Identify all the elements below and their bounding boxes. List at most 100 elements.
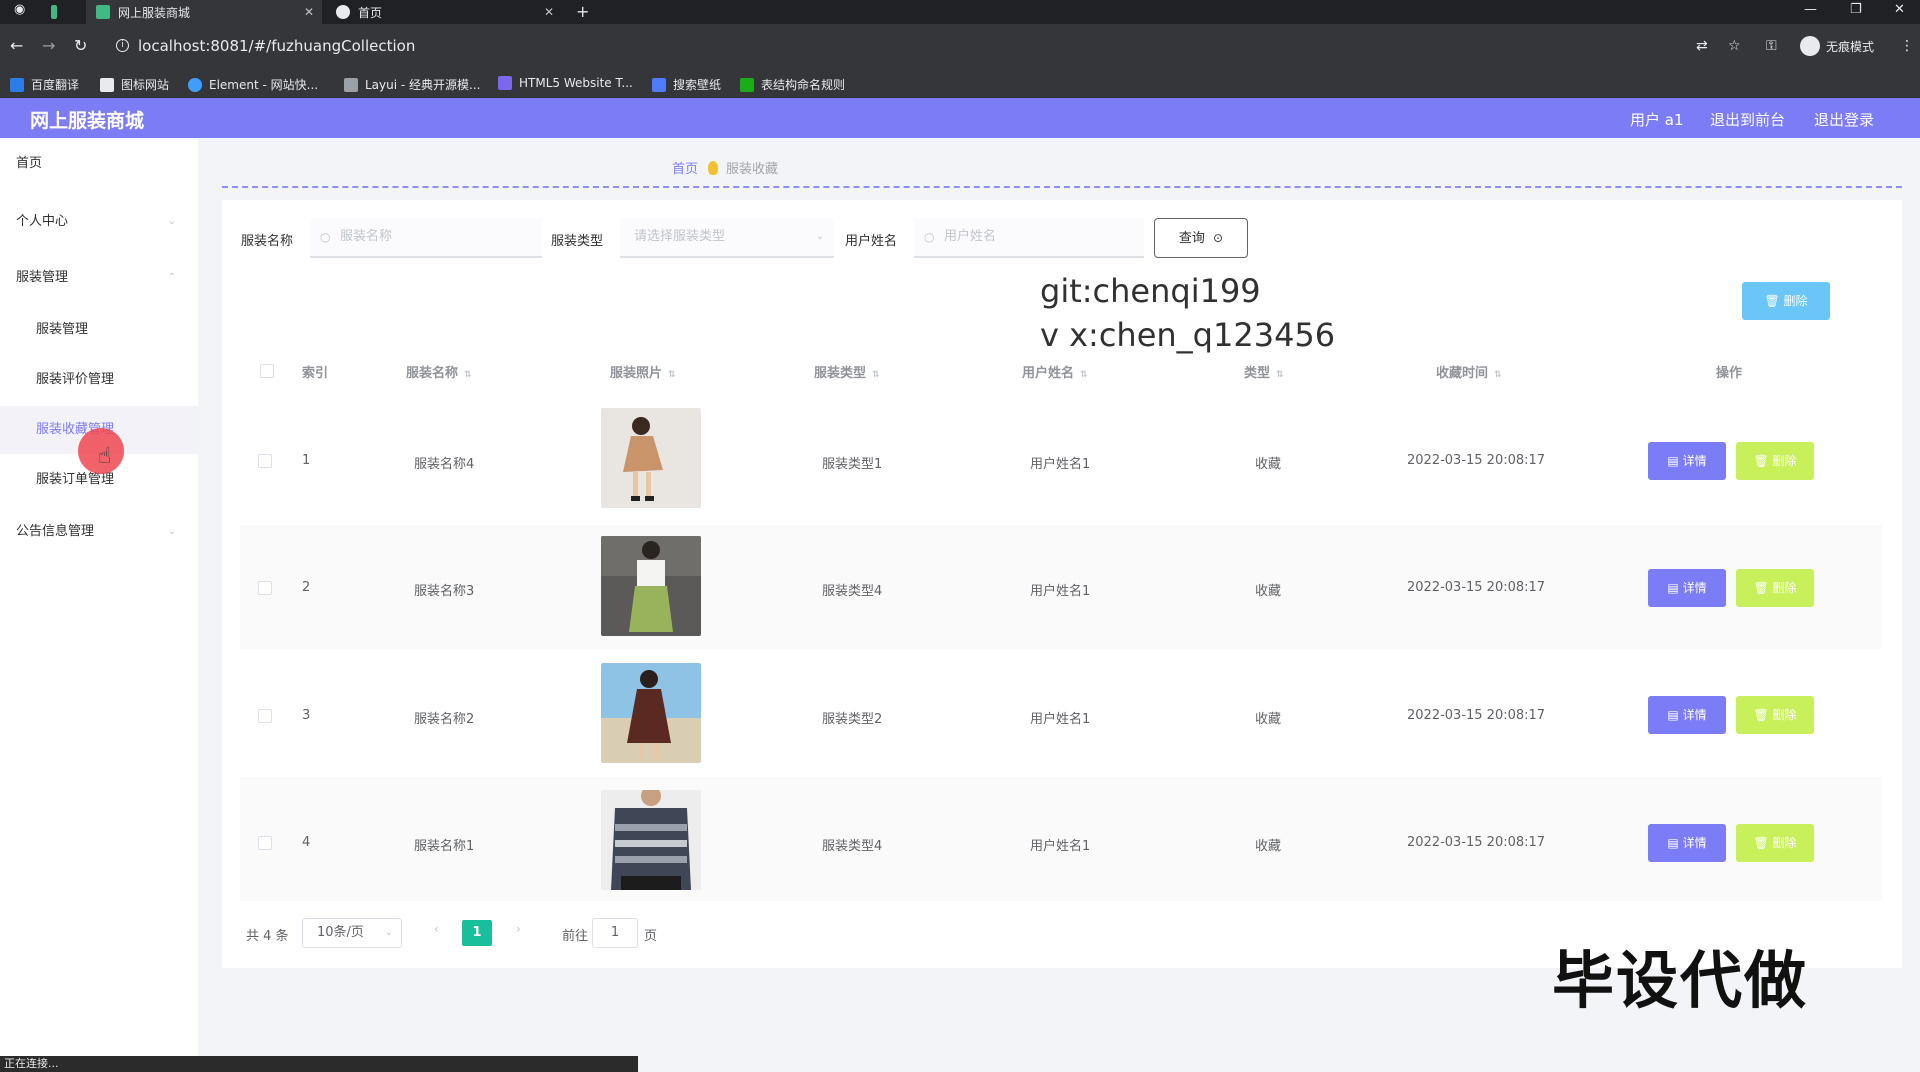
pagination-total: 共 4 条 [246,929,289,944]
sidebar-subitem-review[interactable]: 服装评价管理 [0,356,198,404]
sort-icon[interactable]: ⇅ [668,370,676,380]
tab-close-icon[interactable]: ✕ [544,5,554,19]
html5-bookmark-icon [498,76,512,90]
to-front-link[interactable]: 退出到前台 [1710,109,1785,130]
row-checkbox[interactable] [258,454,272,468]
cell-time: 2022-03-15 20:08:17 [1407,580,1546,595]
cell-type: 服装类型4 [822,839,883,854]
delete-button[interactable]: 🗑 删除 [1736,696,1814,734]
header-time[interactable]: 收藏时间 ⇅ [1436,362,1502,381]
site-info-icon[interactable]: i [116,39,129,52]
chevron-down-icon: ⌄ [167,526,176,537]
sort-icon[interactable]: ⇅ [1494,370,1502,380]
goto-page-input[interactable]: 1 [592,918,638,948]
layui-bookmark-icon [344,77,358,92]
page-number-current[interactable]: 1 [462,920,492,946]
url-text: localhost:8081/#/fuzhuangCollection [138,37,416,55]
row-checkbox[interactable] [258,836,272,850]
cell-kind: 收藏 [1255,457,1282,472]
sidebar-item-clothing[interactable]: 服装管理 ⌃ [0,254,198,302]
cell-user: 用户姓名1 [1030,839,1091,854]
sort-icon[interactable]: ⇅ [464,370,472,380]
cell-index: 3 [302,708,311,723]
header-user[interactable]: 用户姓名 ⇅ [1022,362,1088,381]
detail-button[interactable]: ▤ 详情 [1648,442,1726,480]
tab-app[interactable]: 网上服装商城 ✕ [86,0,322,24]
reload-icon[interactable]: ↻ [74,36,87,55]
chevron-down-icon: ⌄ [815,231,824,242]
row-checkbox[interactable] [258,581,272,595]
sidebar-item-profile[interactable]: 个人中心 ⌄ [0,198,198,246]
query-button[interactable]: 查询 ⊙ [1154,218,1248,258]
url-field[interactable]: i localhost:8081/#/fuzhuangCollection [112,32,1672,60]
minimize-icon[interactable]: — [1804,2,1817,17]
header-type[interactable]: 服装类型 ⇅ [814,362,880,381]
bulk-delete-button[interactable]: 🗑 删除 [1742,282,1830,320]
incognito-label: 无痕模式 [1826,39,1875,54]
detail-button[interactable]: ▤ 详情 [1648,696,1726,734]
chevron-down-icon: ⌄ [167,216,176,227]
breadcrumb-home[interactable]: 首页 [672,158,698,177]
clothing-photo[interactable] [601,790,701,890]
search-icon: ⊙ [1213,231,1224,245]
page-size-select[interactable]: 10条/页 ⌄ [302,918,402,948]
sort-icon[interactable]: ⇅ [872,370,880,380]
close-window-icon[interactable]: ✕ [1894,2,1905,17]
cell-user: 用户姓名1 [1030,457,1091,472]
header-photo[interactable]: 服装照片 ⇅ [610,362,676,381]
forward-icon[interactable]: → [42,36,55,55]
clothing-photo[interactable] [601,663,701,763]
bookmark-item[interactable]: 百度翻译 [10,76,79,93]
browser-address-bar: ← → ↻ i localhost:8081/#/fuzhuangCollect… [0,24,1920,68]
browser-more-icon[interactable]: ⋮ [1900,38,1914,54]
sidebar-item-home[interactable]: 首页 [0,140,198,188]
back-icon[interactable]: ← [10,36,23,55]
trash-icon: 🗑 [1764,294,1780,308]
bookmark-item[interactable]: Layui - 经典开源模... [344,76,480,93]
cell-time: 2022-03-15 20:08:17 [1407,453,1546,468]
name-search-input[interactable]: ○ 服装名称 [310,218,542,258]
key-icon[interactable]: ⚿ [1766,38,1777,54]
sidebar-subitem-clothing[interactable]: 服装管理 [0,306,198,354]
header-name[interactable]: 服装名称 ⇅ [406,362,472,381]
bookmark-item[interactable]: 搜索壁纸 [652,76,721,93]
prev-page-icon[interactable]: ‹ [434,922,439,936]
cell-index: 1 [302,453,311,468]
logout-link[interactable]: 退出登录 [1814,109,1874,130]
row-checkbox[interactable] [258,709,272,723]
detail-button[interactable]: ▤ 详情 [1648,824,1726,862]
sort-icon[interactable]: ⇅ [1276,370,1284,380]
header-kind[interactable]: 类型 ⇅ [1244,362,1284,381]
new-tab-icon[interactable]: + [576,2,589,21]
tab-home[interactable]: 首页 ✕ [326,0,562,24]
select-all-checkbox[interactable] [260,364,274,378]
name-label: 服装名称 [241,234,294,249]
goto-prefix: 前往 [562,929,589,944]
delete-button[interactable]: 🗑 删除 [1736,569,1814,607]
user-search-input[interactable]: ○ 用户姓名 [914,218,1144,258]
delete-button[interactable]: 🗑 删除 [1736,824,1814,862]
restore-icon[interactable]: ❐ [1850,2,1862,17]
sort-icon[interactable]: ⇅ [1080,370,1088,380]
clothing-photo[interactable] [601,536,701,636]
pinned-tab[interactable] [46,0,70,24]
bookmark-item[interactable]: HTML5 Website T... [498,76,633,90]
cell-name: 服装名称2 [414,712,475,727]
cell-type: 服装类型4 [822,584,883,599]
bookmark-item[interactable]: 表结构命名规则 [740,76,845,93]
detail-button[interactable]: ▤ 详情 [1648,569,1726,607]
clothing-photo[interactable] [601,408,701,508]
next-page-icon[interactable]: › [516,922,521,936]
translate-icon[interactable]: ⇄ [1696,38,1708,54]
incognito-indicator[interactable]: 无痕模式 [1800,36,1874,56]
bookmark-star-icon[interactable]: ☆ [1728,38,1741,54]
bookmark-item[interactable]: Element - 网站快... [188,76,318,93]
tab-close-icon[interactable]: ✕ [304,5,314,19]
bookmark-item[interactable]: 图标网站 [100,76,169,93]
type-select[interactable]: 请选择服装类型 ⌄ [620,218,834,258]
browser-menu-icon[interactable]: ◉ [14,2,25,17]
tab-title: 网上服装商城 [118,5,191,20]
delete-button[interactable]: 🗑 删除 [1736,442,1814,480]
sidebar-item-notice[interactable]: 公告信息管理 ⌄ [0,508,198,556]
element-bookmark-icon [188,77,202,92]
